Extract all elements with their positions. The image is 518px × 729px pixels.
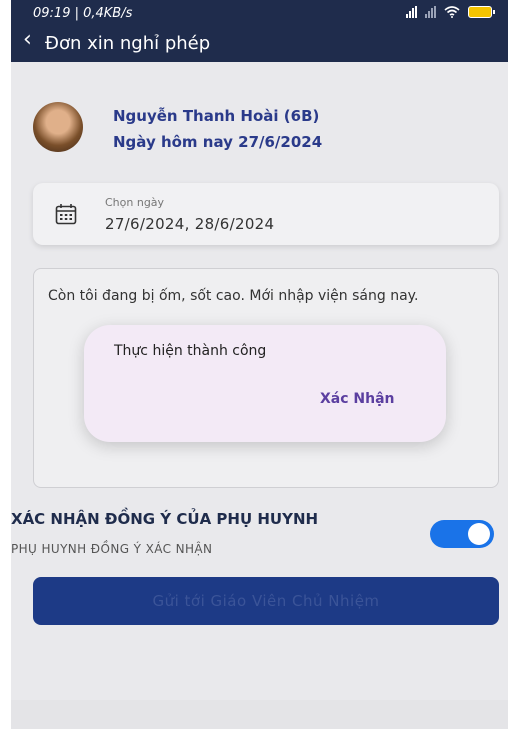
battery-icon (468, 6, 495, 18)
signal-icon (425, 6, 436, 18)
status-icons (406, 4, 495, 20)
app-bar: 09:19 | 0,4KB/s ‹ Đơn xin nghỉ phép (11, 0, 508, 62)
wifi-icon (444, 6, 460, 18)
status-time: 09:19 | 0,4KB/s (33, 6, 133, 21)
back-button[interactable]: ‹ (23, 28, 32, 52)
confirm-button[interactable]: Xác Nhận (320, 391, 395, 407)
page-title: Đơn xin nghỉ phép (45, 33, 211, 54)
success-dialog: Thực hiện thành công Xác Nhận (84, 325, 446, 442)
dialog-message: Thực hiện thành công (114, 343, 267, 359)
phone-screen: 09:19 | 0,4KB/s ‹ Đơn xin nghỉ phép Nguy… (11, 0, 508, 729)
signal-icon (406, 6, 417, 18)
chevron-left-icon: ‹ (23, 27, 32, 52)
